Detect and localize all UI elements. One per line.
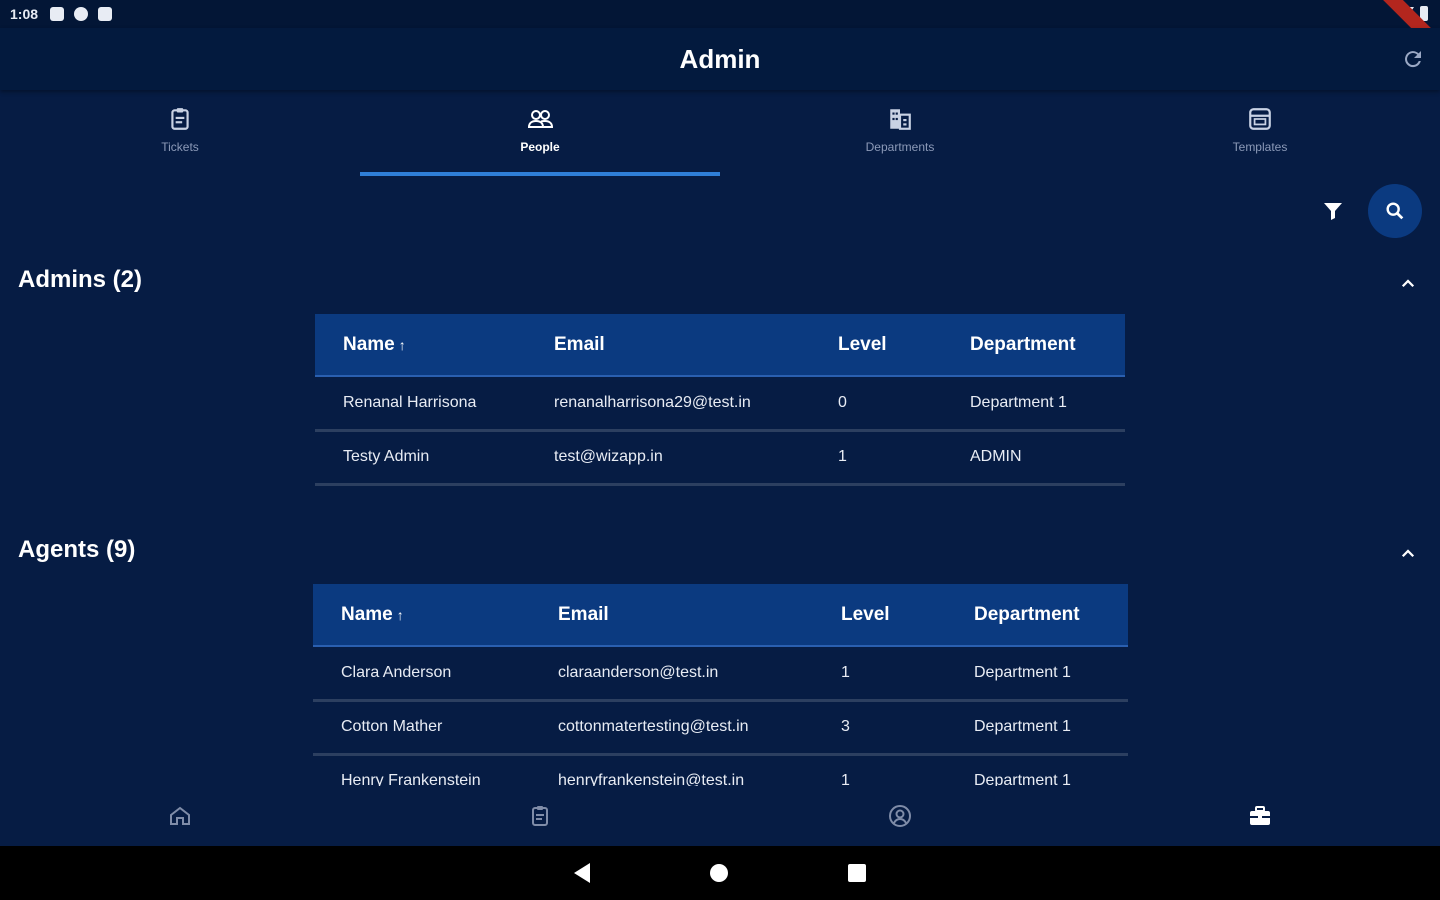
filter-button[interactable] [1318, 196, 1348, 226]
home-button-icon[interactable] [710, 864, 728, 882]
cell-department: Department 1 [946, 754, 1128, 786]
refresh-button[interactable] [1400, 46, 1426, 72]
name-header-label: Name [343, 333, 395, 355]
notification-icon [50, 7, 65, 21]
cell-name: Renanal Harrisona [315, 376, 526, 432]
cell-email: renanalharrisona29@test.in [526, 376, 810, 432]
cell-email: claraanderson@test.in [530, 646, 813, 702]
bottom-nav [0, 786, 1440, 846]
search-button[interactable] [1368, 184, 1422, 238]
table-row[interactable]: Henry Frankenstein henryfrankenstein@tes… [313, 754, 1128, 786]
cell-name: Cotton Mather [313, 700, 530, 756]
status-bar: 1:08 [0, 0, 1440, 65]
nav-admin[interactable] [1080, 786, 1440, 846]
table-row[interactable]: Cotton Mather cottonmatertesting@test.in… [313, 700, 1128, 756]
agents-table-viewport[interactable]: Name ↑ Email Level Department Clara Ander… [0, 584, 1440, 786]
tab-tickets[interactable]: Tickets [0, 90, 360, 178]
admins-collapse-button[interactable] [1396, 272, 1420, 296]
table-row[interactable]: Testy Admin test@wizapp.in 1 ADMIN [315, 430, 1125, 486]
recent-apps-icon[interactable] [848, 864, 866, 882]
cell-department: ADMIN [942, 430, 1125, 486]
table-row[interactable]: Clara Anderson claraanderson@test.in 1 D… [313, 646, 1128, 702]
nav-tickets[interactable] [360, 786, 720, 846]
admins-section-title: Admins (2) [18, 266, 143, 293]
cell-name: Clara Anderson [313, 646, 530, 702]
cell-level: 1 [810, 430, 942, 486]
cell-level: 0 [810, 376, 942, 432]
table-header-row: Name ↑ Email Level Department [313, 584, 1128, 647]
table-header-row: Name ↑ Email Level Department [315, 314, 1125, 377]
tab-label: People [520, 140, 560, 154]
email-column-header[interactable]: Email [530, 584, 813, 647]
tab-people[interactable]: People [360, 90, 720, 178]
department-column-header[interactable]: Department [942, 314, 1125, 377]
nav-profile[interactable] [720, 786, 1080, 846]
template-icon [1247, 106, 1273, 132]
level-column-header[interactable]: Level [813, 584, 946, 647]
tab-templates[interactable]: Templates [1080, 90, 1440, 178]
name-header-label: Name [341, 603, 393, 625]
home-icon [170, 806, 190, 825]
tab-label: Tickets [161, 140, 199, 154]
tab-label: Templates [1232, 140, 1288, 154]
search-icon [1386, 202, 1404, 220]
chevron-up-icon [1401, 549, 1415, 558]
agents-table: Name ↑ Email Level Department Clara Ander… [313, 584, 1128, 786]
clipboard-icon [167, 106, 193, 132]
refresh-icon [1405, 51, 1421, 68]
page-title: Admin [679, 43, 761, 74]
app-notification-icon [74, 7, 89, 21]
cell-level: 1 [813, 646, 946, 702]
cell-department: Department 1 [946, 700, 1128, 756]
tab-departments[interactable]: Departments [720, 90, 1080, 178]
cell-department: Department 1 [942, 376, 1125, 432]
table-row[interactable]: Renanal Harrisona renanalharrisona29@tes… [315, 376, 1125, 432]
cell-name: Henry Frankenstein [313, 754, 530, 786]
admins-table: Name ↑ Email Level Department Renanal Har… [315, 314, 1125, 486]
email-column-header[interactable]: Email [526, 314, 810, 377]
building-icon [887, 106, 913, 132]
tab-label: Departments [865, 140, 935, 154]
cell-email: cottonmatertesting@test.in [530, 700, 813, 756]
nav-home[interactable] [0, 786, 360, 846]
agents-section-title: Agents (9) [18, 536, 136, 563]
name-column-header[interactable]: Name ↑ [315, 314, 526, 377]
back-icon[interactable] [574, 863, 590, 883]
cell-name: Testy Admin [315, 430, 526, 486]
sort-arrow-up-icon: ↑ [398, 336, 406, 353]
tab-indicator [360, 172, 720, 176]
sd-card-icon [98, 7, 113, 21]
status-time: 1:08 [10, 6, 39, 22]
cell-department: Department 1 [946, 646, 1128, 702]
cell-email: test@wizapp.in [526, 430, 810, 486]
cell-level: 1 [813, 754, 946, 786]
cell-level: 3 [813, 700, 946, 756]
tab-bar: Tickets People Departments Templates [0, 90, 1440, 178]
chevron-up-icon [1401, 279, 1415, 288]
toolbox-icon [1250, 806, 1270, 825]
filter-icon [1324, 203, 1342, 220]
account-circle-icon [889, 805, 911, 827]
people-icon [526, 106, 554, 132]
name-column-header[interactable]: Name ↑ [313, 584, 530, 647]
department-column-header[interactable]: Department [946, 584, 1128, 647]
cell-email: henryfrankenstein@test.in [530, 754, 813, 786]
level-column-header[interactable]: Level [810, 314, 942, 377]
system-nav-bar [0, 846, 1440, 900]
clipboard-icon [532, 806, 548, 826]
app-bar: Admin [0, 28, 1440, 90]
sort-arrow-up-icon: ↑ [396, 606, 404, 623]
agents-collapse-button[interactable] [1396, 542, 1420, 566]
